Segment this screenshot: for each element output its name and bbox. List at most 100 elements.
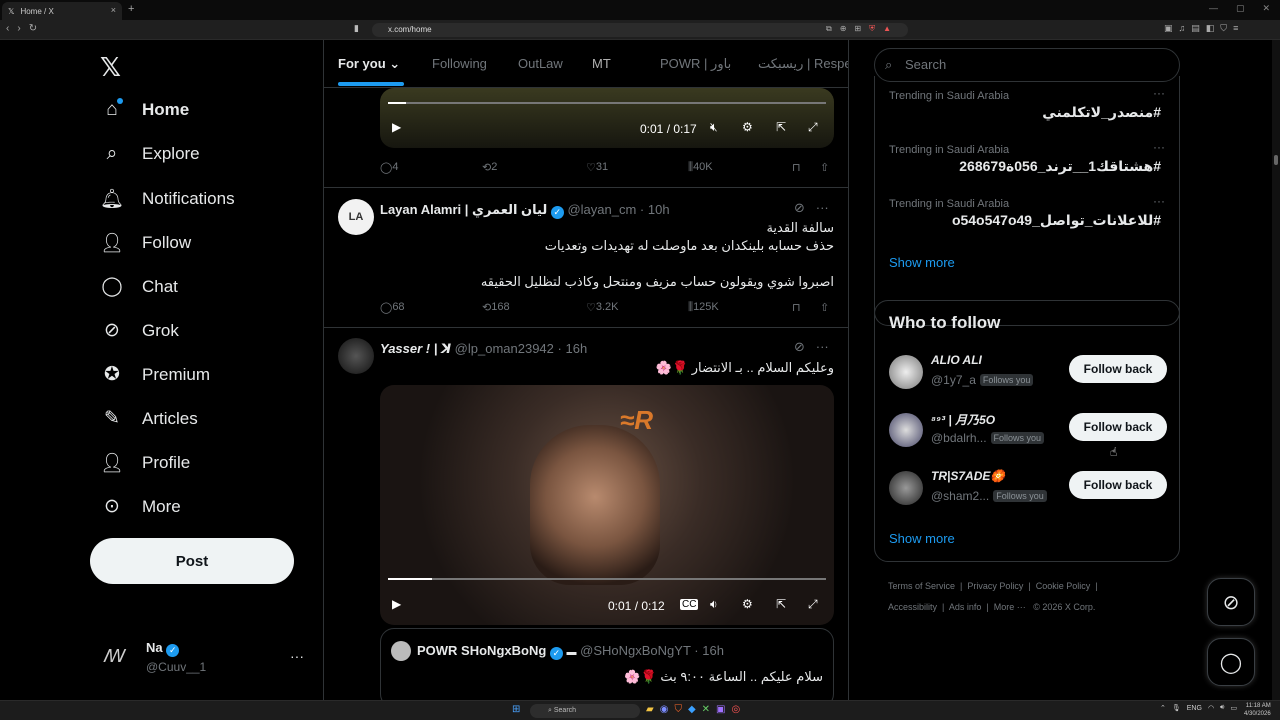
tab-outlaw[interactable]: OutLaw — [518, 56, 563, 71]
grok-icon[interactable]: ⊘ — [794, 339, 805, 354]
clock[interactable]: 11:18 AM 4/30/2026 — [1244, 702, 1271, 718]
share-icon[interactable]: ⧉ — [826, 24, 832, 34]
views-button[interactable]: ⫼ 125K — [688, 301, 719, 314]
extension-icon[interactable]: ▣ — [1164, 23, 1173, 34]
sidebar-item-explore[interactable]: ⌕ Explore — [100, 143, 200, 165]
maximize-button[interactable]: ▢ — [1236, 3, 1245, 14]
scrollbar-thumb[interactable] — [1274, 155, 1278, 165]
avatar[interactable]: LA — [338, 199, 374, 235]
bookmark-icon[interactable]: ⊓ — [792, 161, 801, 174]
minimize-button[interactable]: — — [1209, 3, 1218, 14]
sidebar-item-follow[interactable]: 👤︎ Follow — [100, 231, 191, 255]
ads-info-link[interactable]: Ads info — [949, 602, 982, 612]
play-icon[interactable]: ▶ — [392, 120, 401, 134]
language-indicator[interactable]: ENG — [1187, 705, 1202, 712]
more-icon[interactable]: ··· — [816, 339, 829, 354]
follow-back-button[interactable]: Follow back — [1069, 471, 1167, 499]
share-icon[interactable]: ⇧ — [820, 161, 829, 174]
tab-powr[interactable]: POWR | باور — [660, 56, 731, 72]
taskbar-search-input[interactable]: ⌕ Search — [530, 704, 640, 718]
follow-back-button[interactable]: Follow back — [1069, 355, 1167, 383]
forward-button[interactable]: › — [17, 23, 20, 34]
who-to-follow-show-more-link[interactable]: Show more — [889, 531, 955, 546]
sidebar-icon[interactable]: ▤ — [1191, 23, 1200, 34]
tab-following[interactable]: Following — [432, 56, 487, 71]
author-name[interactable]: Layan Alamri | ليان العمري — [380, 202, 547, 217]
vpn-icon[interactable]: ⛉ — [1220, 23, 1227, 34]
sidebar-item-grok[interactable]: ⊘ Grok — [100, 319, 179, 342]
settings-icon[interactable]: ⚙ — [742, 120, 753, 134]
wifi-icon[interactable]: ◠ — [1208, 704, 1214, 712]
sidebar-item-notifications[interactable]: 🔔︎ Notifications — [100, 187, 235, 211]
sidebar-item-chat[interactable]: ◯ Chat — [100, 275, 178, 298]
triangle-icon[interactable]: ▲ — [883, 24, 891, 34]
settings-icon[interactable]: ⚙ — [742, 597, 753, 611]
page-scrollbar[interactable] — [1272, 40, 1280, 700]
play-icon[interactable]: ▶ — [392, 597, 401, 611]
wallet-icon[interactable]: ◧ — [1206, 23, 1215, 34]
new-tab-button[interactable]: + — [128, 3, 134, 15]
author-handle[interactable]: @lp_oman23942 — [455, 341, 554, 356]
music-icon[interactable]: ♫ — [1179, 23, 1186, 34]
suggestion-name[interactable]: TR|S7ADE🏵️ — [931, 469, 1005, 483]
avatar[interactable] — [889, 355, 923, 389]
quoted-tweet[interactable]: POWR SHoNgxBoNg ✓ ▬ @SHoNgxBoNgYT · 16h … — [380, 628, 834, 700]
trend-hashtag[interactable]: #منصدر_لاتكلمني — [1042, 104, 1161, 121]
back-button[interactable]: ‹ — [6, 23, 9, 34]
privacy-link[interactable]: Privacy Policy — [967, 581, 1023, 591]
like-button[interactable]: ♡ 31 — [586, 161, 608, 174]
pip-icon[interactable]: ⇱ — [776, 120, 786, 134]
follow-suggestion[interactable]: ⁸⁹³ | 月乃5O @bdalrh... Follows you Follow ba… — [889, 409, 1169, 453]
terms-link[interactable]: Terms of Service — [888, 581, 955, 591]
account-name[interactable]: Na ✓ — [146, 640, 180, 657]
suggestion-name[interactable]: ⁸⁹³ | 月乃5O — [931, 411, 995, 428]
account-more-icon[interactable]: ··· — [290, 648, 304, 664]
author-handle[interactable]: @layan_cm — [567, 202, 636, 217]
discord-icon[interactable]: ◉ — [660, 704, 669, 715]
accessibility-link[interactable]: Accessibility — [888, 602, 937, 612]
avatar[interactable] — [889, 471, 923, 505]
windows-start-icon[interactable]: ⊞ — [512, 704, 520, 715]
trend-hashtag[interactable]: #هشتاقك1__ترند_056ة268679 — [959, 158, 1161, 175]
app-icon[interactable]: ◆ — [688, 704, 696, 715]
volume-icon[interactable]: 🔉︎ — [710, 597, 718, 612]
sidebar-item-home[interactable]: ⌂ Home — [100, 99, 189, 121]
recording-icon[interactable]: ◎ — [731, 704, 740, 715]
brave-icon[interactable]: ⛉ — [674, 704, 682, 715]
browser-tab[interactable]: 𝕏 Home / X × — [2, 2, 122, 20]
folder-icon[interactable]: ▰ — [646, 704, 654, 715]
cookie-link[interactable]: Cookie Policy — [1036, 581, 1091, 591]
repost-button[interactable]: ⟲ 168 — [482, 301, 510, 314]
bookmark-icon[interactable]: ▮ — [354, 23, 359, 34]
trend-hashtag[interactable]: #للاعلانات_تواصل_o54o547o49 — [952, 212, 1161, 229]
translate-icon[interactable]: ⊞ — [854, 24, 861, 34]
video-player[interactable]: ≈R ▶ 0:01 / 0:12 CC 🔉︎ ⚙ ⇱ ⤢ — [380, 385, 834, 625]
post-button[interactable]: Post — [90, 538, 294, 584]
mic-icon[interactable]: 🎙︎ — [1172, 704, 1181, 712]
share-icon[interactable]: ⇧ — [820, 301, 829, 314]
bookmark-icon[interactable]: ⊓ — [792, 301, 801, 314]
tab-close-icon[interactable]: × — [111, 5, 116, 15]
grok-fab-button[interactable]: ⊘ — [1207, 578, 1255, 626]
reply-button[interactable]: ◯ 4 — [380, 161, 398, 174]
sidebar-item-premium[interactable]: ✪ Premium — [100, 363, 210, 386]
tweet-time[interactable]: 10h — [648, 202, 670, 217]
volume-icon[interactable]: 🔊︎ — [1220, 704, 1224, 712]
views-button[interactable]: ⫼ 40K — [688, 161, 713, 174]
tab-for-you[interactable]: For you ⌄ — [338, 56, 400, 72]
xbox-icon[interactable]: ✕ — [702, 704, 710, 715]
shield-icon[interactable]: ⛨ — [869, 24, 875, 34]
video-progress-bar[interactable] — [388, 102, 826, 104]
chat-fab-button[interactable]: ◯ — [1207, 638, 1255, 686]
menu-icon[interactable]: ≡ — [1233, 23, 1238, 34]
author-name[interactable]: Yasser ! | ꓘ — [380, 341, 451, 356]
twitch-icon[interactable]: ▣ — [716, 704, 725, 715]
tab-mt[interactable]: MT — [592, 56, 611, 71]
video-player[interactable]: ▶ 0:01 / 0:17 🔇︎ ⚙ ⇱ ⤢ — [380, 88, 834, 148]
trend-more-icon[interactable]: ··· — [1153, 86, 1165, 100]
fullscreen-icon[interactable]: ⤢ — [808, 597, 818, 612]
search-input[interactable]: ⌕ Search — [874, 48, 1180, 82]
like-button[interactable]: ♡ 3.2K — [586, 301, 619, 314]
video-progress-bar[interactable] — [388, 578, 826, 580]
trend-more-icon[interactable]: ··· — [1153, 194, 1165, 208]
